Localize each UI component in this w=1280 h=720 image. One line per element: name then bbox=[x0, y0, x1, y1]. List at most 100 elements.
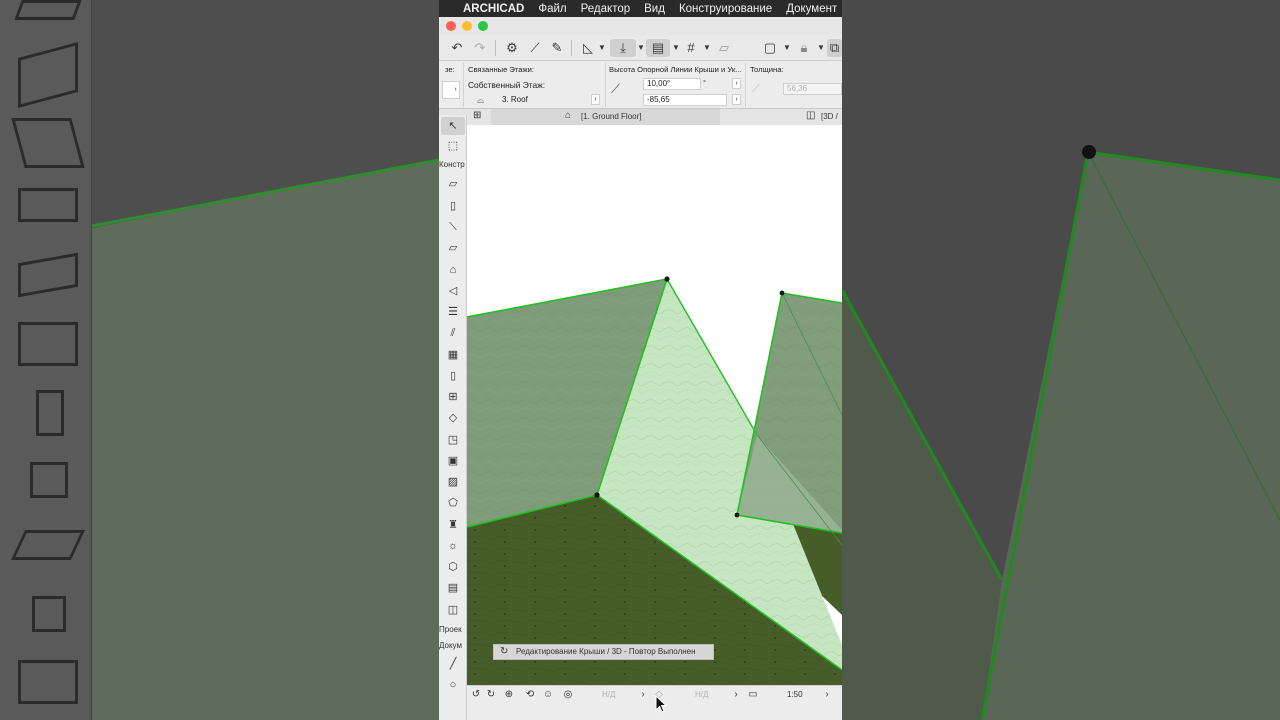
thickness-icon: ⟋ bbox=[752, 83, 760, 95]
status-na-1[interactable]: Н/Д bbox=[602, 690, 615, 699]
roof-hotspot[interactable] bbox=[734, 512, 740, 518]
roof-tool-icon[interactable]: ⌂ bbox=[445, 263, 461, 278]
chevron-right-icon[interactable]: › bbox=[821, 689, 833, 701]
menu-app-name[interactable]: ARCHICAD bbox=[463, 3, 524, 15]
menu-design[interactable]: Конструирование bbox=[679, 3, 772, 15]
tab-overview-icon[interactable]: ⊞ bbox=[473, 110, 481, 121]
curtain-panel-tool-icon[interactable]: ▤ bbox=[445, 581, 461, 596]
window-tool-icon[interactable]: ⊞ bbox=[445, 390, 461, 405]
lock-icon[interactable]: 🔒︎ bbox=[795, 39, 813, 57]
rotate-left-icon[interactable]: ↺ bbox=[470, 689, 482, 701]
pivot-line-label: Высота Опорной Линии Крыши и Ук... bbox=[609, 65, 742, 74]
chevron-right-icon[interactable]: › bbox=[732, 78, 741, 89]
thickness-label: Толщина: bbox=[750, 65, 784, 74]
chevron-down-icon[interactable]: ▼ bbox=[703, 39, 711, 57]
door-tool-icon[interactable]: ▯ bbox=[445, 369, 461, 384]
undo-icon[interactable]: ↶ bbox=[448, 39, 466, 57]
railing-tool-icon[interactable]: ⫽ bbox=[445, 326, 461, 341]
section-tool-icon[interactable]: ◫ bbox=[445, 603, 461, 618]
skylight-tool-icon[interactable]: ◇ bbox=[445, 411, 461, 426]
find-select-icon[interactable]: ⚙ bbox=[503, 39, 521, 57]
roof-hotspot[interactable] bbox=[779, 290, 785, 296]
status-na-2[interactable]: Н/Д bbox=[695, 690, 708, 699]
chevron-down-icon[interactable]: ▼ bbox=[598, 39, 606, 57]
curtain-wall-tool-icon[interactable]: ▦ bbox=[445, 348, 461, 363]
column-tool-icon[interactable]: ▯ bbox=[445, 199, 461, 214]
menu-edit[interactable]: Редактор bbox=[581, 3, 631, 15]
zone-tool-icon[interactable]: ♜ bbox=[445, 518, 461, 533]
roof-hotspot[interactable] bbox=[664, 276, 670, 282]
minimize-window-button[interactable] bbox=[462, 21, 472, 31]
morph-tool-icon[interactable]: ⬠ bbox=[445, 496, 461, 511]
screen: ARCHICAD Файл Редактор Вид Конструирован… bbox=[0, 0, 1280, 720]
arrow-tool-icon[interactable]: ↖ bbox=[441, 117, 465, 135]
toolbar-separator bbox=[571, 40, 572, 56]
toolbox-design-header[interactable]: Констр bbox=[439, 160, 467, 169]
cube-tool-icon[interactable]: ⬡ bbox=[445, 560, 461, 575]
menu-document[interactable]: Документ bbox=[786, 3, 837, 15]
marquee-tool-icon[interactable]: ⬚ bbox=[445, 139, 461, 154]
snap-guides-icon[interactable]: ⤓ bbox=[610, 39, 636, 57]
chevron-right-icon[interactable]: › bbox=[591, 94, 600, 105]
toolbox-document-header[interactable]: Докум bbox=[439, 641, 467, 650]
cut-label: зе: bbox=[445, 65, 455, 74]
inject-parameters-icon[interactable]: ✎ bbox=[548, 39, 566, 57]
renovation-filter-icon[interactable]: ▢ bbox=[761, 39, 779, 57]
rotate-right-icon[interactable]: ↻ bbox=[485, 689, 497, 701]
story-icon: ⌓ bbox=[477, 95, 485, 105]
mouse-cursor-icon bbox=[655, 695, 667, 713]
orbit-icon[interactable]: ⟲ bbox=[524, 689, 536, 701]
grid-snap-icon[interactable]: # bbox=[682, 39, 700, 57]
background-roof-face bbox=[982, 152, 1280, 720]
line-tool-icon[interactable]: ╱ bbox=[445, 657, 461, 672]
suspend-groups-icon[interactable]: ▤ bbox=[646, 39, 670, 57]
home-story-label: Собственный Этаж: bbox=[468, 80, 546, 90]
thickness-input[interactable]: 56,36 bbox=[783, 83, 842, 95]
scale-value[interactable]: 1:50 bbox=[787, 690, 803, 699]
background-vertex bbox=[1082, 145, 1096, 159]
chevron-right-icon[interactable]: › bbox=[730, 689, 742, 701]
slab-tool-icon[interactable]: ⏥ bbox=[445, 241, 461, 256]
pick-up-parameters-icon[interactable]: ⟋ bbox=[526, 39, 544, 57]
shell-tool-icon[interactable]: ◁ bbox=[445, 284, 461, 299]
3d-viewport[interactable] bbox=[467, 125, 842, 685]
beam-tool-icon[interactable]: ⟍ bbox=[445, 220, 461, 235]
wall-end-tool-icon[interactable]: ◳ bbox=[445, 433, 461, 448]
tab-3d-label[interactable]: [3D / bbox=[821, 112, 838, 121]
close-window-button[interactable] bbox=[446, 21, 456, 31]
roof-hotspot[interactable] bbox=[594, 492, 600, 498]
chevron-down-icon[interactable]: ▼ bbox=[817, 39, 825, 57]
chevron-down-icon[interactable]: ▼ bbox=[783, 39, 791, 57]
menu-file[interactable]: Файл bbox=[538, 3, 566, 15]
home-story-value[interactable]: 3. Roof bbox=[502, 95, 528, 104]
chevron-right-icon[interactable]: › bbox=[451, 85, 460, 96]
menu-view[interactable]: Вид bbox=[644, 3, 665, 15]
tab-floor-plan-label: [1. Ground Floor] bbox=[581, 112, 642, 121]
roof-model[interactable] bbox=[467, 125, 842, 685]
trace-reference-icon[interactable]: ⧉ bbox=[827, 39, 842, 57]
pivot-height-input[interactable]: -85,65 bbox=[643, 94, 727, 106]
chevron-down-icon[interactable]: ▼ bbox=[672, 39, 680, 57]
zoom-window-button[interactable] bbox=[478, 21, 488, 31]
wall-tool-icon[interactable]: ▱ bbox=[445, 177, 461, 192]
chevron-right-icon[interactable]: › bbox=[637, 689, 649, 701]
lamp-tool-icon[interactable]: ☼ bbox=[445, 539, 461, 554]
chevron-right-icon[interactable]: › bbox=[732, 94, 741, 105]
ghost-stair-icon bbox=[18, 188, 78, 222]
circle-tool-icon[interactable]: ○ bbox=[445, 678, 461, 693]
zoom-in-icon[interactable]: ⊕ bbox=[503, 689, 515, 701]
layer-icon[interactable]: ▱ bbox=[715, 39, 733, 57]
object-tool-icon[interactable]: ▣ bbox=[445, 454, 461, 469]
background-roof-plane bbox=[92, 160, 439, 720]
redo-icon[interactable]: ↷ bbox=[471, 39, 489, 57]
stair-tool-icon[interactable]: ☰ bbox=[445, 305, 461, 320]
mesh-tool-icon[interactable]: ▨ bbox=[445, 475, 461, 490]
fit-in-window-icon[interactable]: ◎ bbox=[562, 689, 574, 701]
walk-icon[interactable]: ☺ bbox=[542, 689, 554, 701]
chevron-down-icon[interactable]: ▼ bbox=[637, 39, 645, 57]
guide-line-icon[interactable]: ◺ bbox=[579, 39, 597, 57]
undo-notification: ↻ Редактирование Крыши / 3D - Повтор Вып… bbox=[493, 644, 714, 660]
toolbox-view-header[interactable]: Проек bbox=[439, 625, 467, 634]
roof-angle-input[interactable]: 10,00° bbox=[643, 78, 701, 90]
degree-unit: ° bbox=[703, 78, 707, 87]
